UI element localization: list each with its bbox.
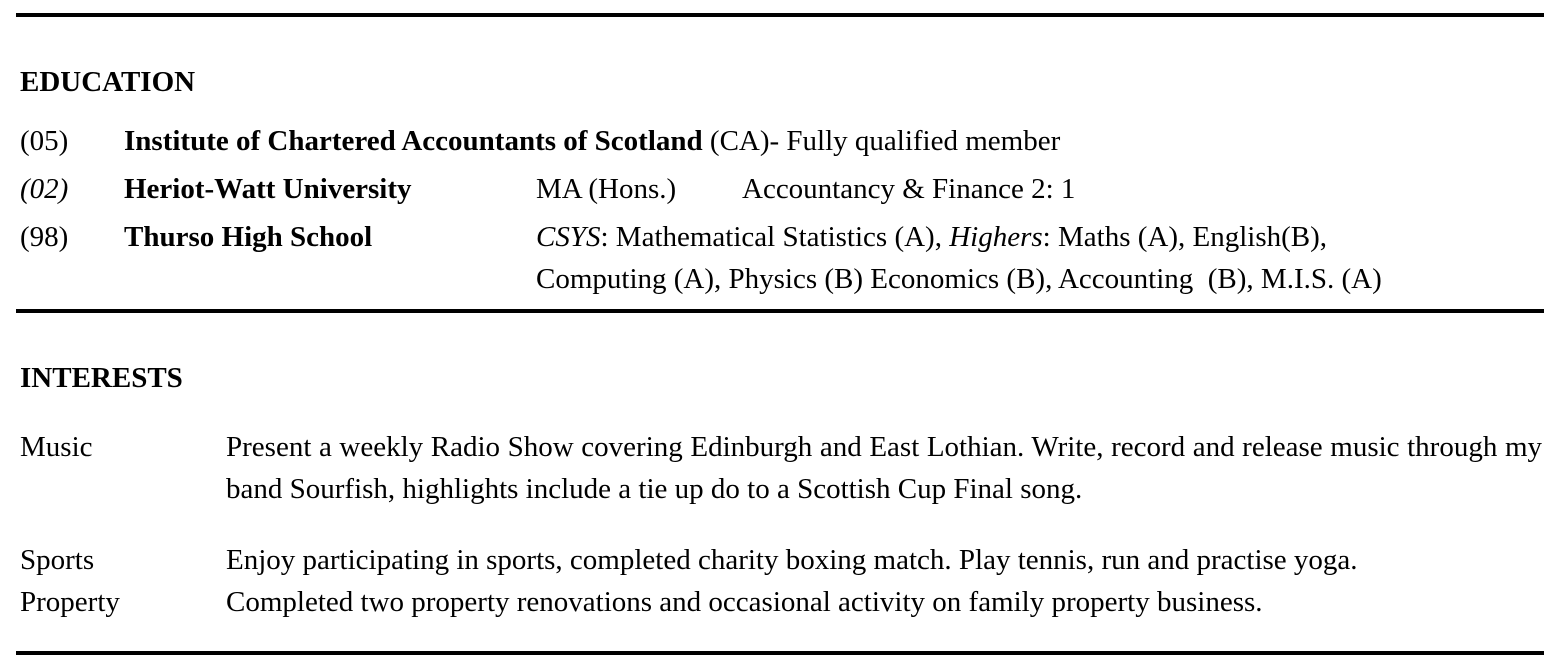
education-institution-1: Institute of Chartered Accountants of Sc…: [124, 125, 703, 157]
education-details-1: (CA)- Fully qualified member: [702, 125, 1061, 157]
education-row-1: Institute of Chartered Accountants of Sc…: [124, 127, 1060, 156]
education-institution-2: Heriot-Watt University: [124, 173, 412, 205]
interests-heading: INTERESTS: [20, 362, 183, 394]
education-heading: EDUCATION: [20, 66, 196, 98]
interest-text-music: Present a weekly Radio Show covering Edi…: [226, 431, 1542, 505]
interest-text-sports: Enjoy participating in sports, completed…: [226, 544, 1358, 576]
education-subject-2: Accountancy & Finance 2: 1: [742, 173, 1076, 205]
education-degree-2: MA (Hons.): [536, 173, 677, 205]
highers-label: Highers: [949, 221, 1043, 253]
education-year-1: (05): [20, 125, 69, 157]
education-qualifications-line-2: Computing (A), Physics (B) Economics (B)…: [536, 263, 1382, 295]
education-qualifications-line-1: CSYS: Mathematical Statistics (A), Highe…: [536, 223, 1327, 252]
bottom-divider: [16, 651, 1544, 655]
highers-text: : Maths (A), English(B),: [1042, 221, 1328, 253]
interest-label-music: Music: [20, 431, 93, 463]
csys-label: CSYS: [536, 221, 601, 253]
education-year-2: (02): [20, 173, 69, 205]
education-institution-3: Thurso High School: [124, 221, 373, 253]
middle-divider: [16, 309, 1544, 313]
top-divider: [16, 13, 1544, 17]
education-year-3: (98): [20, 221, 69, 253]
csys-text: : Mathematical Statistics (A),: [600, 221, 950, 253]
interest-label-sports: Sports: [20, 544, 95, 576]
interest-label-property: Property: [20, 586, 120, 618]
interest-text-property: Completed two property renovations and o…: [226, 586, 1263, 618]
